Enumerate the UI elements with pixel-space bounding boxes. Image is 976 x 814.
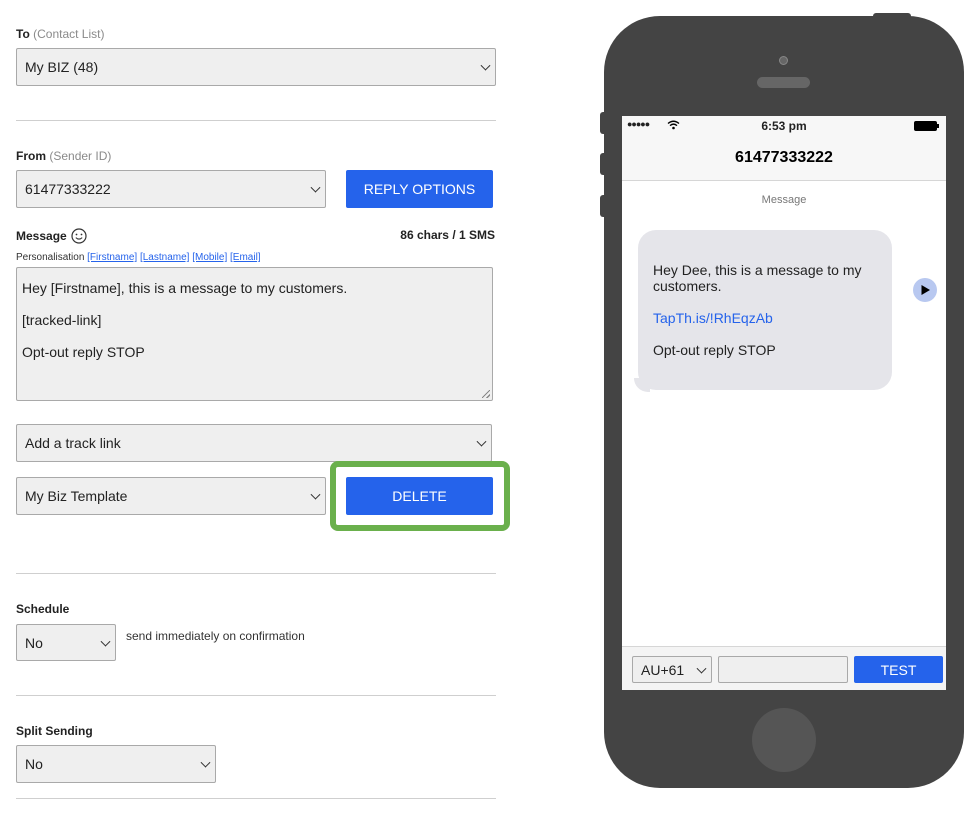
chevron-down-icon <box>310 489 321 500</box>
sender-id-select[interactable]: 61477333222 <box>16 170 326 208</box>
chevron-down-icon <box>200 757 211 768</box>
country-code-select[interactable]: AU+61 <box>632 656 712 683</box>
to-label: To (Contact List) <box>16 27 105 41</box>
conversation-header: 61477333222 <box>622 136 946 181</box>
tag-firstname-link[interactable]: [Firstname] <box>87 252 137 263</box>
chevron-down-icon <box>310 182 321 193</box>
split-sending-select[interactable]: No <box>16 745 216 783</box>
contact-list-select[interactable]: My BIZ (48) <box>16 48 496 86</box>
test-button[interactable]: TEST <box>854 656 943 683</box>
tag-lastname-link[interactable]: [Lastname] <box>140 252 189 263</box>
message-label: Message <box>16 228 87 244</box>
status-bar: ●●●●● 6:53 pm <box>622 116 946 136</box>
message-line: Opt-out reply STOP <box>22 344 145 360</box>
country-code-value: AU+61 <box>641 661 685 678</box>
bubble-line: Opt-out reply STOP <box>653 342 776 358</box>
schedule-label: Schedule <box>16 602 70 616</box>
reply-options-button[interactable]: REPLY OPTIONS <box>346 170 493 208</box>
bubble-line: Hey Dee, this is a message to my custome… <box>653 262 862 294</box>
divider <box>16 120 496 121</box>
sender-id-value: 61477333222 <box>25 181 111 197</box>
divider <box>16 573 496 574</box>
split-sending-label: Split Sending <box>16 724 93 738</box>
tag-mobile-link[interactable]: [Mobile] <box>192 252 227 263</box>
message-bubble: Hey Dee, this is a message to my custome… <box>638 230 892 390</box>
split-sending-value: No <box>25 756 43 772</box>
camera-icon <box>779 56 788 65</box>
chevron-down-icon <box>100 636 111 647</box>
contact-list-value: My BIZ (48) <box>25 59 99 75</box>
schedule-value: No <box>25 634 43 651</box>
status-time: 6:53 pm <box>761 119 807 133</box>
divider <box>16 798 496 799</box>
delete-button[interactable]: DELETE <box>346 477 493 515</box>
battery-icon <box>914 121 939 131</box>
chevron-down-icon <box>480 60 491 71</box>
bubble-link: TapTh.is/!RhEqzAb <box>653 310 773 326</box>
message-line: Hey [Firstname], this is a message to my… <box>22 280 348 296</box>
divider <box>16 695 496 696</box>
track-link-value: Add a track link <box>25 435 121 451</box>
speaker-grille <box>757 77 810 88</box>
template-value: My Biz Template <box>25 488 128 504</box>
test-number-input[interactable] <box>718 656 848 683</box>
template-select[interactable]: My Biz Template <box>16 477 326 515</box>
test-send-bar: AU+61 TEST <box>622 646 946 690</box>
message-textarea[interactable]: Hey [Firstname], this is a message to my… <box>16 267 493 401</box>
phone-screen: ●●●●● 6:53 pm 61477333222 Message Hey De… <box>622 116 946 690</box>
schedule-select[interactable]: No <box>16 624 116 661</box>
resize-handle-icon[interactable] <box>482 390 490 398</box>
personalisation-row: Personalisation [Firstname] [Lastname] [… <box>16 252 261 263</box>
message-header-label: Message <box>761 194 807 206</box>
play-icon[interactable] <box>913 278 937 302</box>
char-counter: 86 chars / 1 SMS <box>400 228 495 242</box>
home-button <box>752 708 816 772</box>
chevron-down-icon <box>696 663 707 674</box>
message-line: [tracked-link] <box>22 312 102 328</box>
from-label: From (Sender ID) <box>16 149 112 163</box>
schedule-hint: send immediately on confirmation <box>126 629 305 643</box>
tag-email-link[interactable]: [Email] <box>230 252 261 263</box>
chevron-down-icon <box>476 436 487 447</box>
emoji-smiley-icon[interactable] <box>71 228 87 244</box>
track-link-select[interactable]: Add a track link <box>16 424 492 462</box>
